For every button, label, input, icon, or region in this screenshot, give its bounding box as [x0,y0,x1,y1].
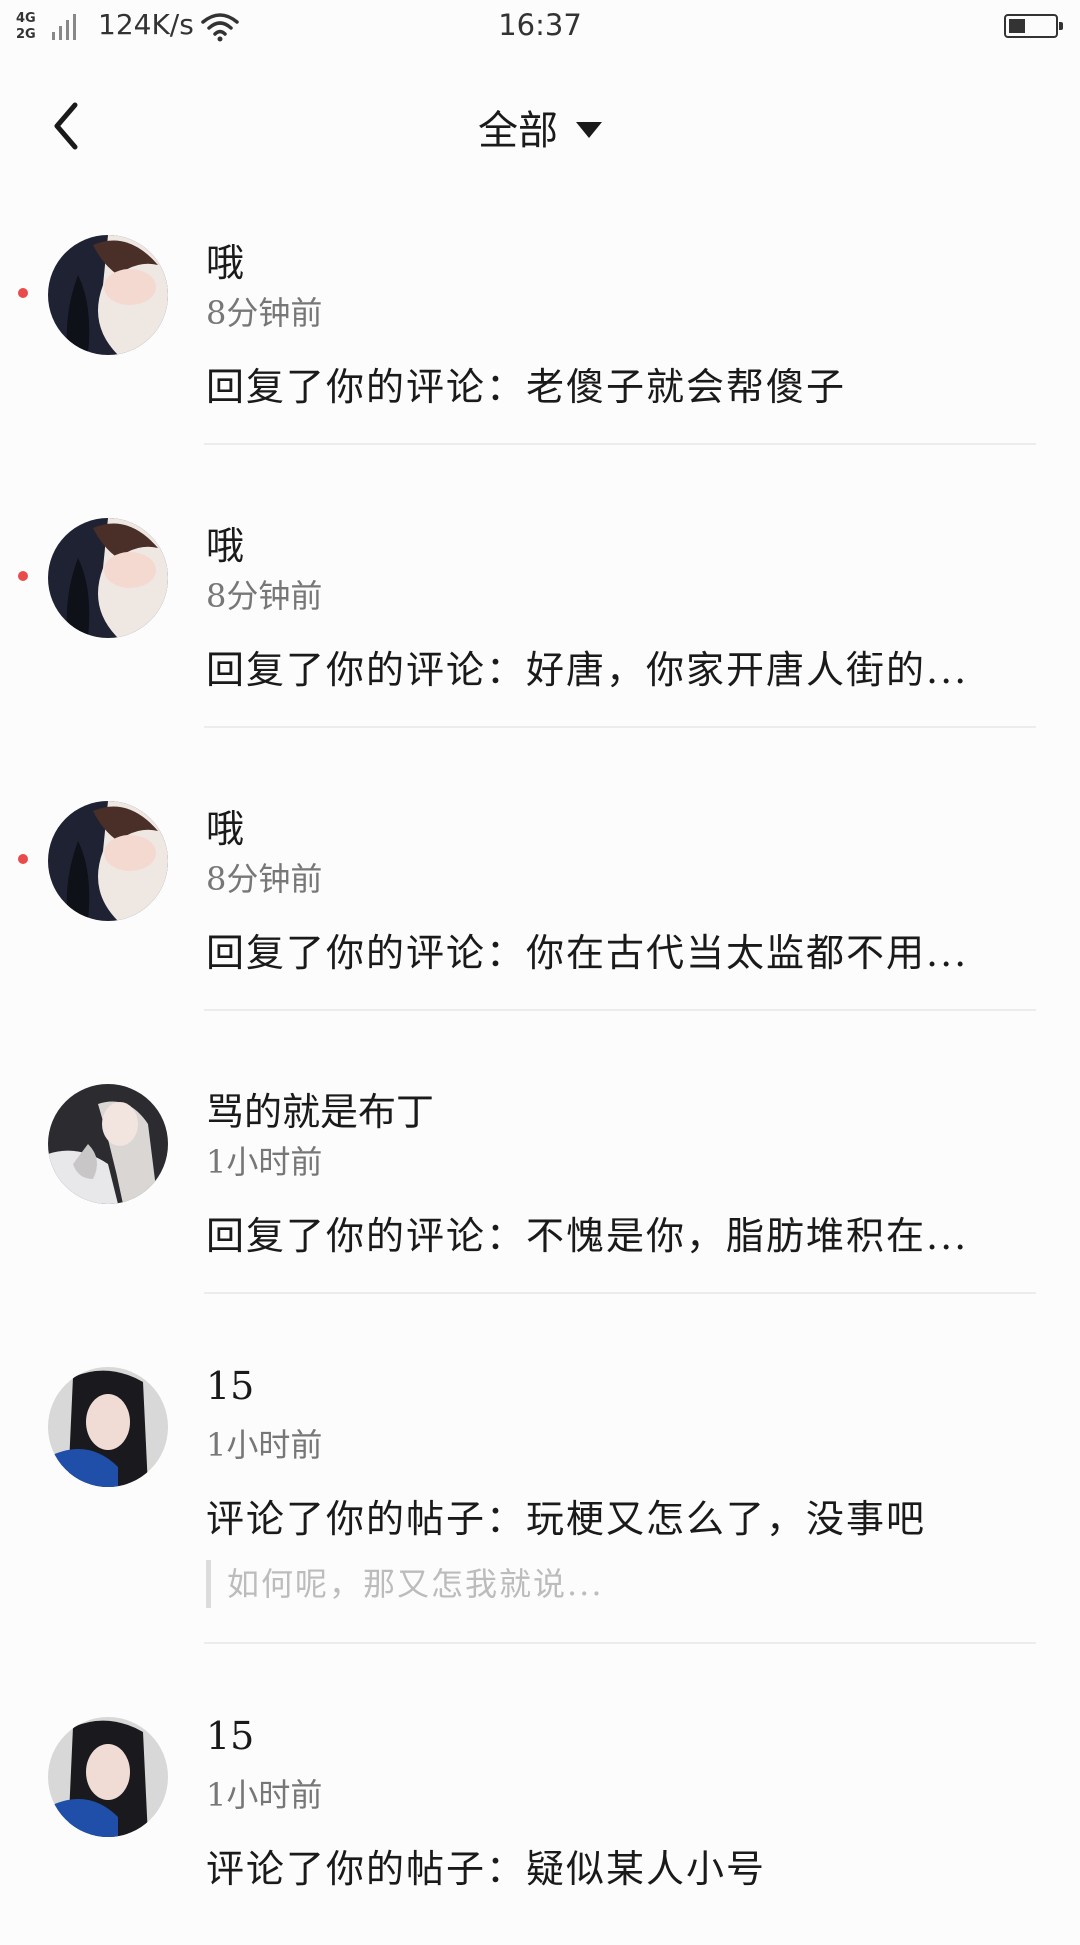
status-bar: 4G 2G 124K/s 16:37 [0,0,1080,52]
timestamp: 1小时前 [206,1143,323,1181]
divider [204,1009,1036,1011]
timestamp: 1小时前 [206,1426,323,1464]
notification-text[interactable]: 评论了你的帖子：玩梗又怎么了，没事吧 [206,1488,1036,1543]
user-name[interactable]: 哦 [206,232,244,287]
avatar[interactable] [48,235,168,355]
navigation-bar: 全部 [0,70,1080,180]
user-name[interactable]: 15 [206,1714,254,1758]
timestamp: 8分钟前 [206,577,323,615]
notification-text[interactable]: 回复了你的评论：老傻子就会帮傻子 [206,356,1036,411]
avatar[interactable] [48,801,168,921]
notification-item[interactable]: 哦 8分钟前 回复了你的评论：好唐，你家开唐人街的... [0,463,1080,746]
user-name[interactable]: 哦 [206,798,244,853]
avatar[interactable] [48,1717,168,1837]
caret-down-icon [576,122,602,138]
notification-item[interactable]: 15 1小时前 评论了你的帖子：疑似某人小号 [0,1662,1080,1945]
divider [204,1642,1036,1644]
timestamp: 1小时前 [206,1776,323,1814]
avatar[interactable] [48,1367,168,1487]
user-name[interactable]: 骂的就是布丁 [206,1081,434,1136]
filter-dropdown[interactable]: 全部 [0,98,1080,156]
notification-item[interactable]: 哦 8分钟前 回复了你的评论：你在古代当太监都不用... [0,746,1080,1029]
divider [204,726,1036,728]
notification-text[interactable]: 回复了你的评论：好唐，你家开唐人街的... [206,639,1036,694]
unread-dot [18,854,28,864]
notification-item[interactable]: 哦 8分钟前 回复了你的评论：老傻子就会帮傻子 [0,180,1080,463]
quoted-post-excerpt[interactable]: 如何呢，那又怎我就说... [206,1560,604,1608]
divider [204,443,1036,445]
notification-item[interactable]: 15 1小时前 评论了你的帖子：玩梗又怎么了，没事吧 如何呢，那又怎我就说... [0,1312,1080,1662]
timestamp: 8分钟前 [206,860,323,898]
notification-text[interactable]: 回复了你的评论：你在古代当太监都不用... [206,922,1036,977]
user-name[interactable]: 哦 [206,515,244,570]
avatar[interactable] [48,518,168,638]
notification-list: 哦 8分钟前 回复了你的评论：老傻子就会帮傻子 哦 8分钟前 回复了你的评论：好… [0,180,1080,1945]
unread-dot [18,571,28,581]
notification-text[interactable]: 评论了你的帖子：疑似某人小号 [206,1838,1036,1893]
timestamp: 8分钟前 [206,294,323,332]
unread-dot [18,288,28,298]
page-title: 全部 [478,108,558,154]
clock: 16:37 [498,8,582,42]
user-name[interactable]: 15 [206,1364,254,1408]
notification-item[interactable]: 骂的就是布丁 1小时前 回复了你的评论：不愧是你，脂肪堆积在... [0,1029,1080,1312]
battery-icon [1004,14,1063,38]
notification-text[interactable]: 回复了你的评论：不愧是你，脂肪堆积在... [206,1205,1036,1260]
divider [204,1292,1036,1294]
avatar[interactable] [48,1084,168,1204]
